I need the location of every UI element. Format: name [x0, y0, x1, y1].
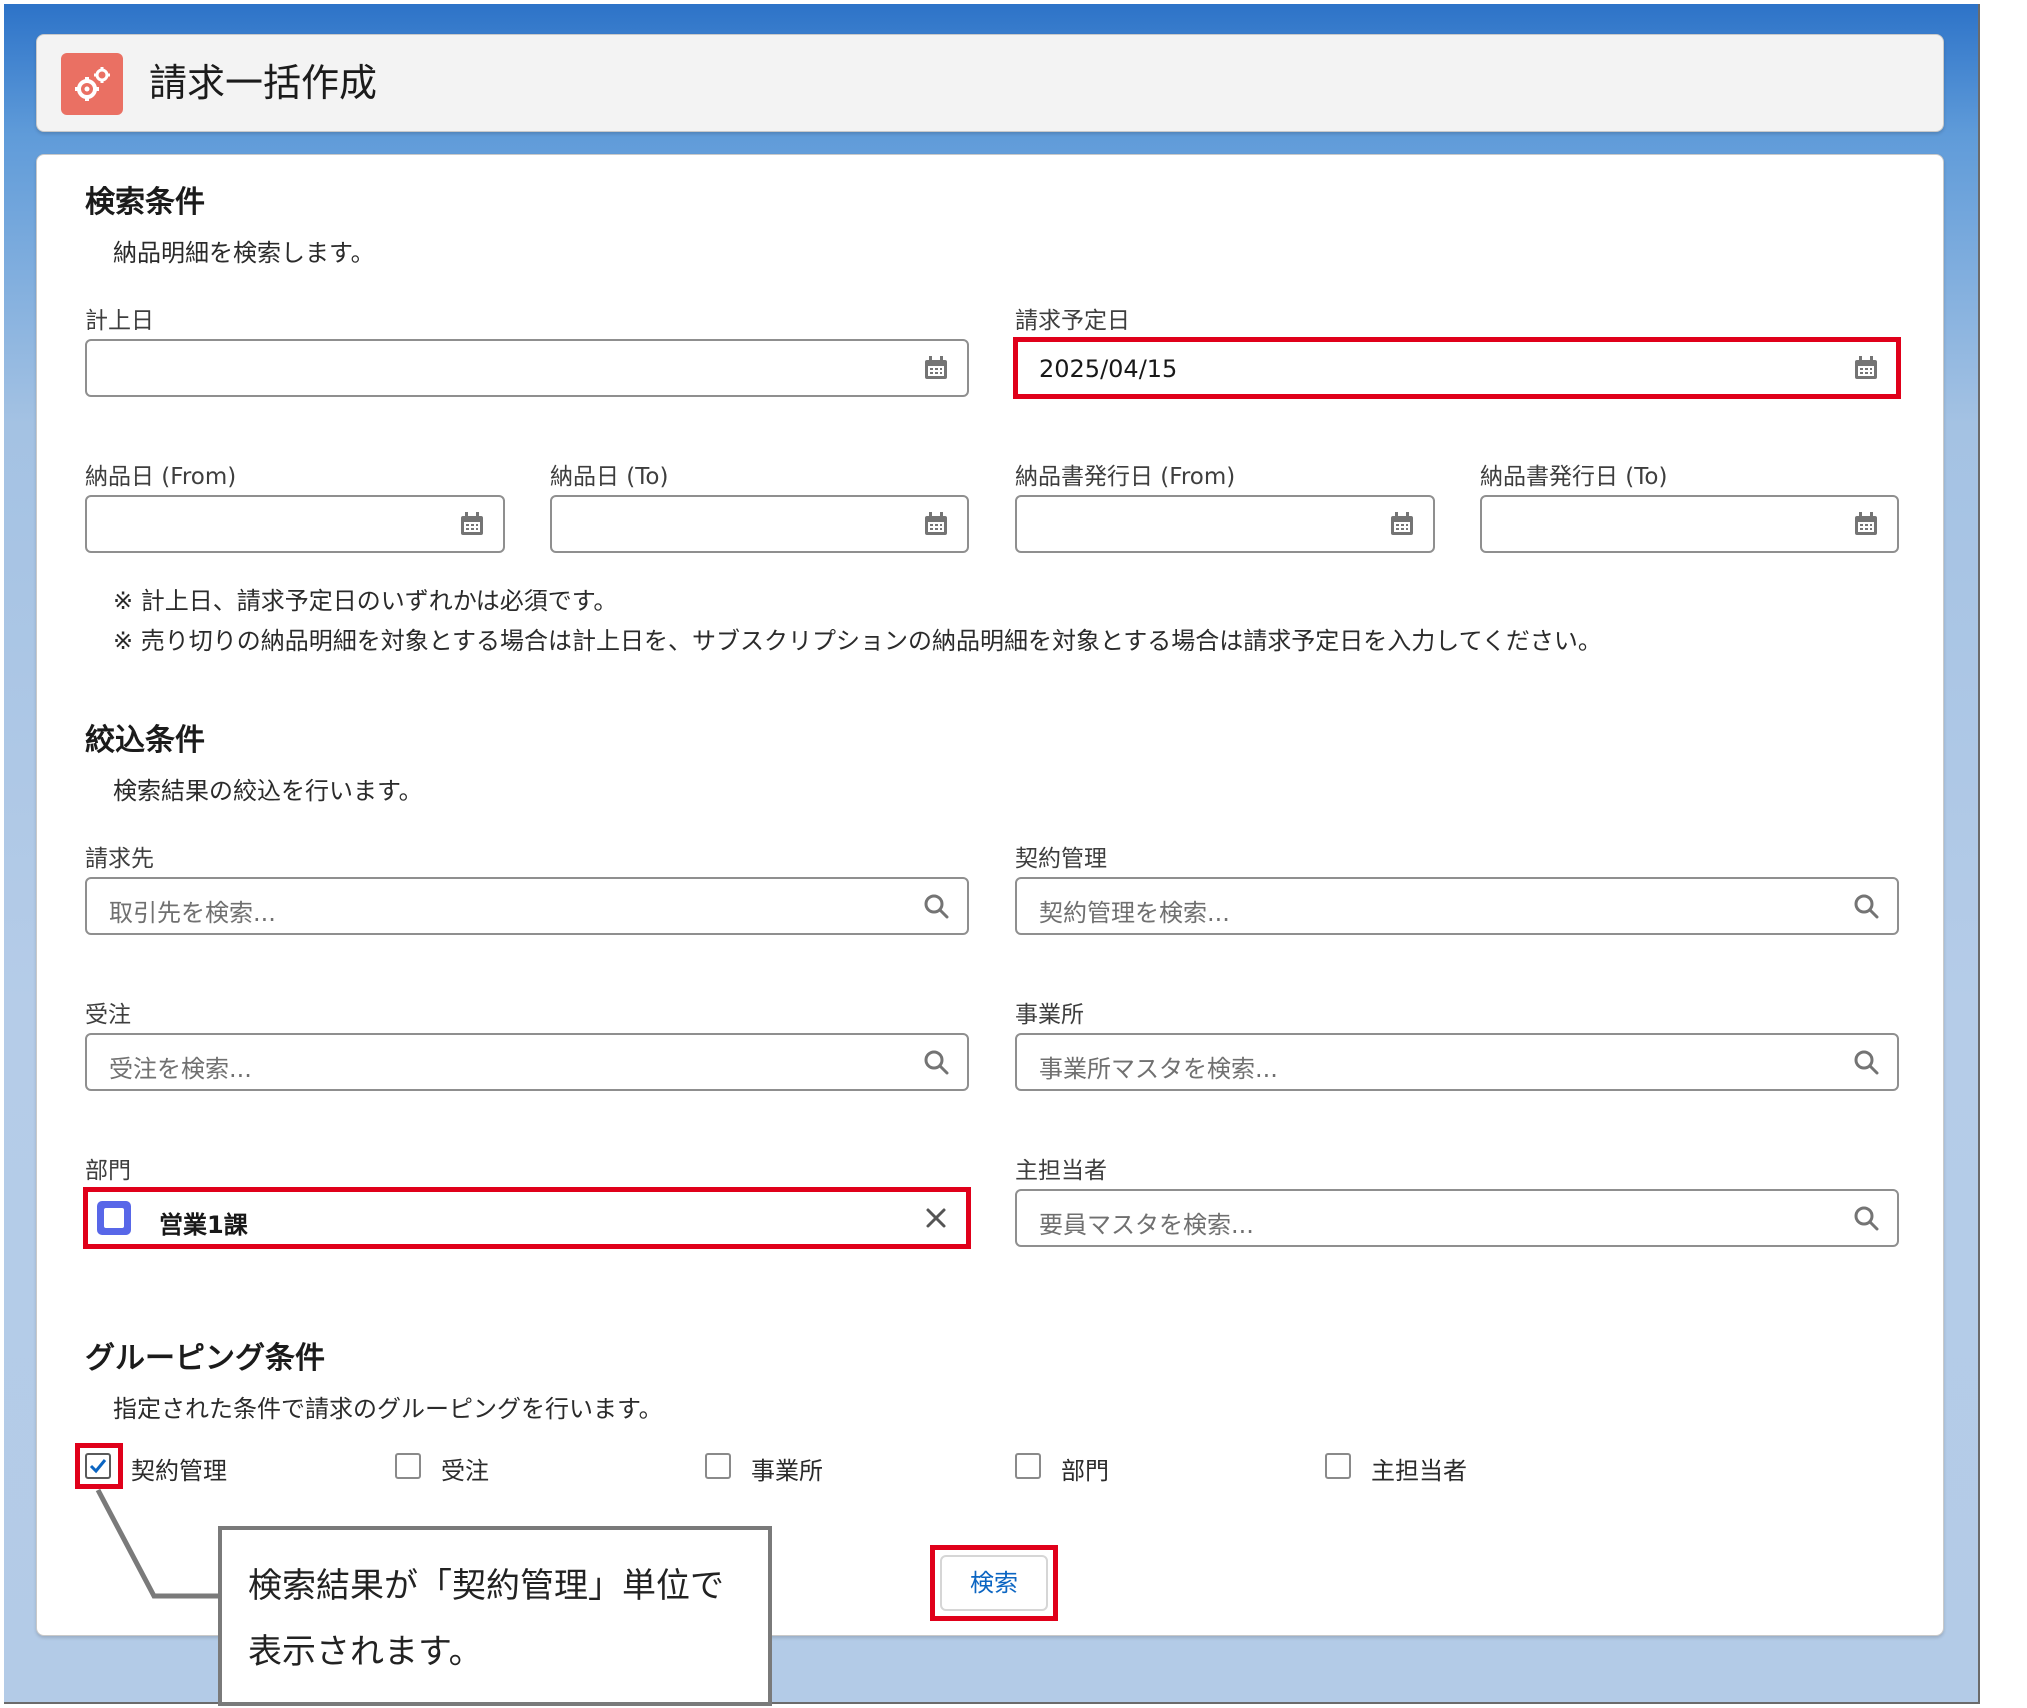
department-label: 部門	[85, 1158, 131, 1184]
search-icon	[1854, 894, 1879, 919]
gears-icon	[61, 53, 123, 115]
main-panel: 検索条件 納品明細を検索します。 計上日 請求予定日 2025/04/15 納品…	[36, 154, 1944, 1636]
page-title: 請求一括作成	[149, 61, 378, 105]
required-note: ※ 計上日、請求予定日のいずれかは必須です。	[113, 587, 618, 615]
contract-label: 契約管理	[1015, 846, 1107, 872]
delivery-note-date-to-label: 納品書発行日 (To)	[1480, 464, 1668, 490]
calendar-icon[interactable]	[459, 511, 485, 537]
bill-to-label: 請求先	[85, 846, 154, 872]
callout-line-2: 表示されます。	[248, 1632, 483, 1672]
owner-lookup[interactable]: 要員マスタを検索...	[1015, 1189, 1899, 1247]
group-by-office-label: 事業所	[751, 1457, 823, 1485]
page-header: 請求一括作成	[36, 34, 1944, 132]
billing-date-highlight	[1013, 337, 1901, 399]
search-icon	[924, 1050, 949, 1075]
search-section-description: 納品明細を検索します。	[113, 239, 375, 267]
callout-line-1: 検索結果が「契約管理」単位で	[248, 1566, 724, 1606]
posting-date-field[interactable]	[85, 339, 969, 397]
office-lookup[interactable]: 事業所マスタを検索...	[1015, 1033, 1899, 1091]
annotation-callout: 検索結果が「契約管理」単位で 表示されます。	[218, 1526, 772, 1706]
delivery-date-from-label: 納品日 (From)	[85, 464, 237, 490]
search-icon	[1854, 1050, 1879, 1075]
group-by-order-checkbox[interactable]	[395, 1453, 421, 1479]
usage-note: ※ 売り切りの納品明細を対象とする場合は計上日を、サブスクリプションの納品明細を…	[113, 627, 1602, 655]
group-by-department-checkbox[interactable]	[1015, 1453, 1041, 1479]
delivery-note-date-from-label: 納品書発行日 (From)	[1015, 464, 1236, 490]
calendar-icon[interactable]	[1389, 511, 1415, 537]
grouping-section-title: グルーピング条件	[85, 1341, 325, 1376]
group-by-office-checkbox[interactable]	[705, 1453, 731, 1479]
office-label: 事業所	[1015, 1002, 1084, 1028]
search-button-highlight	[930, 1545, 1058, 1621]
filter-section-description: 検索結果の絞込を行います。	[113, 777, 423, 805]
calendar-icon[interactable]	[1853, 511, 1879, 537]
search-section-title: 検索条件	[85, 185, 205, 220]
posting-date-label: 計上日	[85, 308, 154, 334]
delivery-date-to-label: 納品日 (To)	[550, 464, 669, 490]
billing-date-label: 請求予定日	[1015, 308, 1130, 334]
calendar-icon[interactable]	[923, 355, 949, 381]
callout-connector	[95, 1488, 222, 1599]
group-by-order-label: 受注	[441, 1457, 489, 1485]
search-icon	[924, 894, 949, 919]
delivery-note-date-to-field[interactable]	[1480, 495, 1899, 553]
group-by-department-label: 部門	[1061, 1457, 1109, 1485]
department-highlight	[83, 1187, 971, 1249]
bill-to-lookup[interactable]: 取引先を検索...	[85, 877, 969, 935]
filter-section-title: 絞込条件	[85, 723, 205, 758]
search-icon	[1854, 1206, 1879, 1231]
delivery-note-date-from-field[interactable]	[1015, 495, 1435, 553]
owner-label: 主担当者	[1015, 1158, 1107, 1184]
group-by-owner-label: 主担当者	[1371, 1457, 1467, 1485]
order-label: 受注	[85, 1002, 131, 1028]
grouping-section-description: 指定された条件で請求のグルーピングを行います。	[113, 1395, 663, 1423]
contract-checkbox-highlight	[75, 1443, 123, 1489]
contract-lookup[interactable]: 契約管理を検索...	[1015, 877, 1899, 935]
delivery-date-from-field[interactable]	[85, 495, 505, 553]
app-frame: 請求一括作成 検索条件 納品明細を検索します。 計上日 請求予定日 2025/0…	[4, 4, 1980, 1706]
order-lookup[interactable]: 受注を検索...	[85, 1033, 969, 1091]
group-by-contract-label: 契約管理	[131, 1457, 227, 1485]
delivery-date-to-field[interactable]	[550, 495, 969, 553]
group-by-owner-checkbox[interactable]	[1325, 1453, 1351, 1479]
calendar-icon[interactable]	[923, 511, 949, 537]
